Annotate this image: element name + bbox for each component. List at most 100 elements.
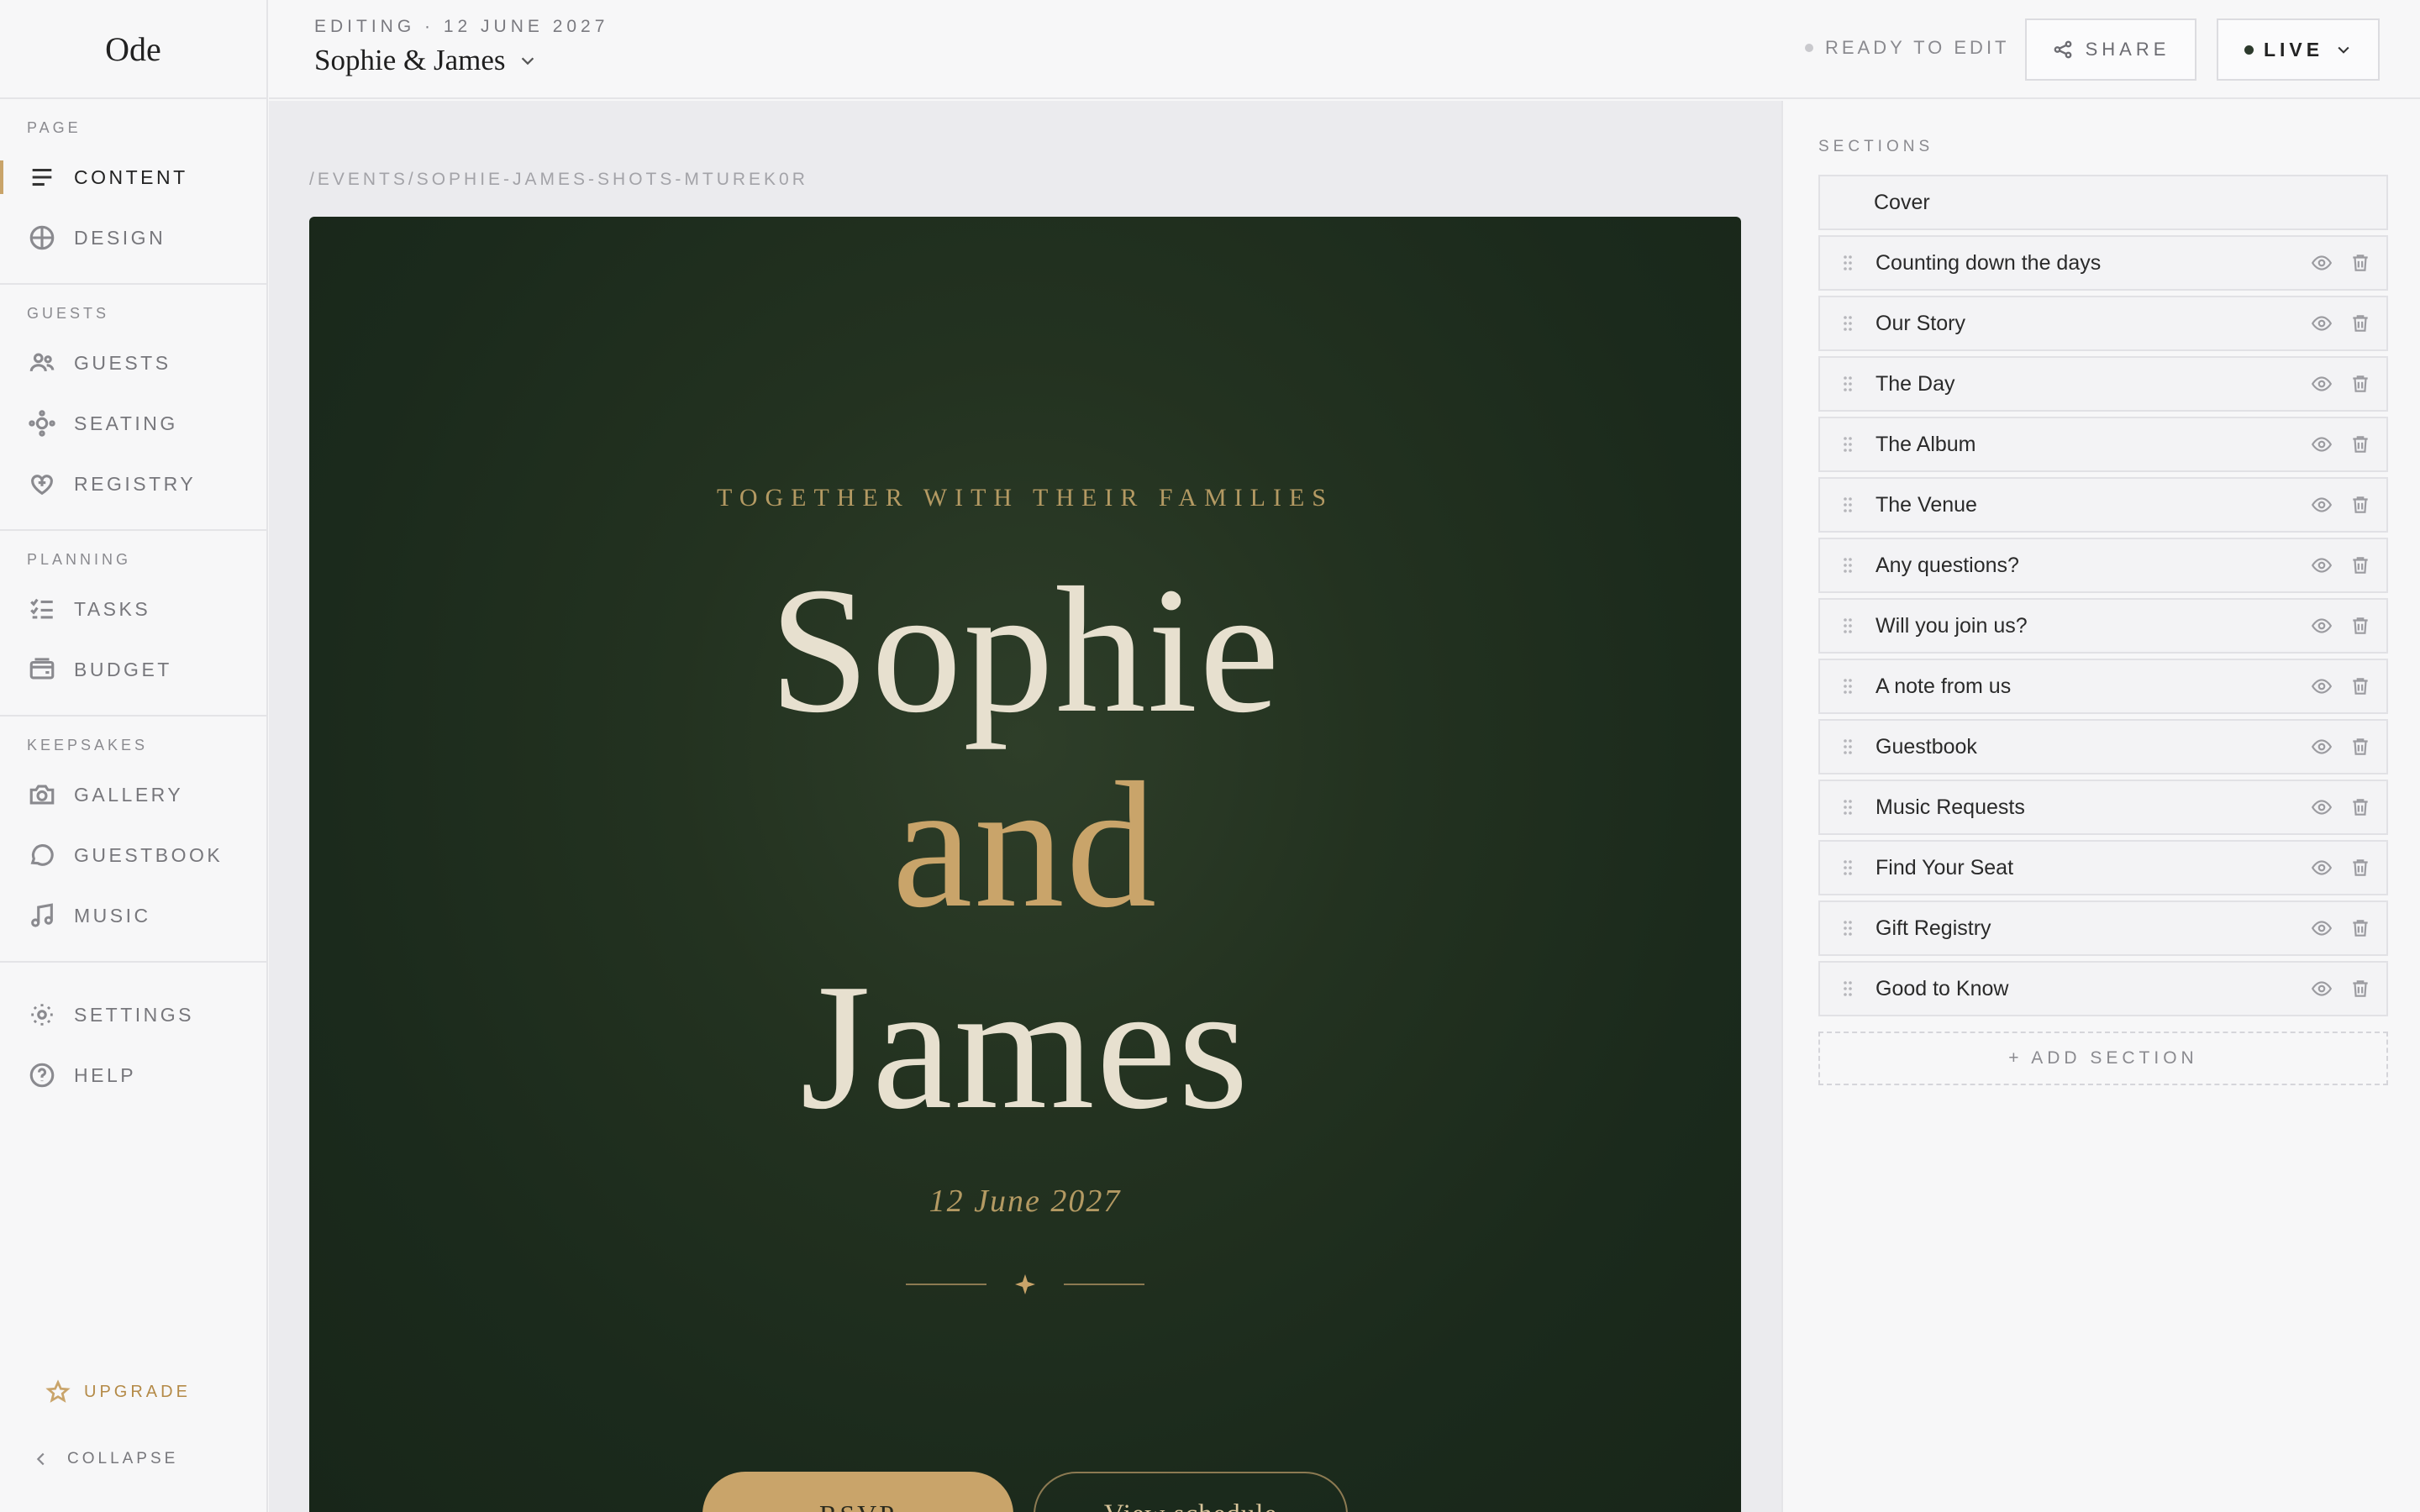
trash-icon[interactable]	[2349, 917, 2371, 939]
drag-handle-icon[interactable]	[1820, 617, 1876, 635]
drag-handle-icon[interactable]	[1820, 496, 1876, 514]
sections-label: SECTIONS	[1818, 138, 1934, 155]
section-actions	[2294, 660, 2371, 712]
music-note-icon	[27, 900, 57, 931]
hero-name-2: James	[800, 946, 1250, 1147]
section-item[interactable]: The Album	[1818, 417, 2388, 472]
drag-handle-icon[interactable]	[1820, 677, 1876, 696]
section-item[interactable]: Good to Know	[1818, 961, 2388, 1016]
sidebar-item-music[interactable]: MUSIC	[0, 885, 266, 946]
trash-icon[interactable]	[2349, 675, 2371, 697]
section-item[interactable]: A note from us	[1818, 659, 2388, 714]
section-item[interactable]: Any questions?	[1818, 538, 2388, 593]
eye-icon[interactable]	[2311, 615, 2333, 637]
live-dropdown-button[interactable]: LIVE	[2217, 18, 2380, 81]
section-item[interactable]: Find Your Seat	[1818, 840, 2388, 895]
sidebar-item-tasks[interactable]: TASKS	[0, 579, 266, 639]
drag-handle-icon[interactable]	[1820, 979, 1876, 998]
eye-icon[interactable]	[2311, 736, 2333, 758]
eye-icon[interactable]	[2311, 978, 2333, 1000]
trash-icon[interactable]	[2349, 433, 2371, 455]
sections-list: Cover Counting down the days Our Story The…	[1818, 175, 2388, 1021]
drag-handle-icon[interactable]	[1820, 314, 1876, 333]
trash-icon[interactable]	[2349, 373, 2371, 395]
drag-handle-icon[interactable]	[1820, 556, 1876, 575]
sidebar-item-design[interactable]: DESIGN	[0, 207, 266, 268]
wallet-icon	[27, 654, 57, 685]
eye-icon[interactable]	[2311, 373, 2333, 395]
drag-handle-icon[interactable]	[1820, 254, 1876, 272]
upgrade-button[interactable]: UPGRADE	[45, 1379, 191, 1404]
sidebar-item-label: CONTENT	[74, 165, 188, 188]
sidebar-item-settings[interactable]: SETTINGS	[0, 984, 266, 1045]
eye-icon[interactable]	[2311, 857, 2333, 879]
nav-group-guests: GUESTS GUESTS SEATING REGISTRY	[0, 285, 266, 531]
camera-icon	[27, 780, 57, 810]
section-item[interactable]: Music Requests	[1818, 780, 2388, 835]
star-icon	[45, 1379, 71, 1403]
section-actions	[2294, 237, 2371, 289]
drag-handle-icon[interactable]	[1820, 798, 1876, 816]
share-label: SHARE	[2085, 39, 2170, 60]
sidebar-item-budget[interactable]: BUDGET	[0, 639, 266, 700]
drag-handle-icon[interactable]	[1820, 858, 1876, 877]
section-item-cover[interactable]: Cover	[1818, 175, 2388, 230]
trash-icon[interactable]	[2349, 736, 2371, 758]
sidebar-item-gallery[interactable]: GALLERY	[0, 764, 266, 825]
section-actions	[2294, 963, 2371, 1015]
eye-icon[interactable]	[2311, 312, 2333, 334]
nav-group-planning: PLANNING TASKS BUDGET	[0, 531, 266, 717]
drag-handle-icon[interactable]	[1820, 738, 1876, 756]
section-item[interactable]: Guestbook	[1818, 719, 2388, 774]
eye-icon[interactable]	[2311, 675, 2333, 697]
trash-icon[interactable]	[2349, 978, 2371, 1000]
trash-icon[interactable]	[2349, 796, 2371, 818]
section-item[interactable]: Counting down the days	[1818, 235, 2388, 291]
sidebar-item-label: BUDGET	[74, 658, 172, 680]
group-label-guests: GUESTS	[27, 305, 110, 322]
section-item[interactable]: Gift Registry	[1818, 900, 2388, 956]
sidebar-item-guestbook[interactable]: GUESTBOOK	[0, 825, 266, 885]
rsvp-button[interactable]: RSVP	[702, 1472, 1013, 1512]
sidebar-item-label: GALLERY	[74, 783, 184, 806]
eye-icon[interactable]	[2311, 494, 2333, 516]
share-button[interactable]: SHARE	[2025, 18, 2196, 81]
eye-icon[interactable]	[2311, 917, 2333, 939]
trash-icon[interactable]	[2349, 615, 2371, 637]
eye-icon[interactable]	[2311, 796, 2333, 818]
app-logo[interactable]: Ode	[0, 0, 266, 99]
eye-icon[interactable]	[2311, 433, 2333, 455]
cover-preview[interactable]: TOGETHER WITH THEIR FAMILIES Sophie and …	[309, 217, 1741, 1512]
section-item[interactable]: The Day	[1818, 356, 2388, 412]
trash-icon[interactable]	[2349, 252, 2371, 274]
event-selector[interactable]: Sophie & James	[314, 44, 537, 77]
top-bar: EDITING · 12 JUNE 2027 Sophie & James RE…	[269, 0, 2420, 99]
trash-icon[interactable]	[2349, 494, 2371, 516]
sidebar-item-seating[interactable]: SEATING	[0, 393, 266, 454]
drag-handle-icon[interactable]	[1820, 919, 1876, 937]
sidebar-item-content[interactable]: CONTENT	[0, 147, 266, 207]
collapse-sidebar-button[interactable]: COLLAPSE	[32, 1450, 178, 1468]
sidebar-item-guests[interactable]: GUESTS	[0, 333, 266, 393]
hero-name-1: Sophie	[769, 549, 1281, 750]
section-item[interactable]: The Venue	[1818, 477, 2388, 533]
section-label: Counting down the days	[1876, 250, 2102, 275]
section-item[interactable]: Our Story	[1818, 296, 2388, 351]
drag-handle-icon[interactable]	[1820, 435, 1876, 454]
add-section-button[interactable]: + ADD SECTION	[1818, 1032, 2388, 1085]
trash-icon[interactable]	[2349, 554, 2371, 576]
chevron-down-icon	[522, 57, 534, 66]
section-actions	[2294, 297, 2371, 349]
view-schedule-button[interactable]: View schedule	[1034, 1472, 1348, 1512]
section-actions	[2294, 539, 2371, 591]
eye-icon[interactable]	[2311, 252, 2333, 274]
eye-icon[interactable]	[2311, 554, 2333, 576]
sidebar-item-help[interactable]: HELP	[0, 1045, 266, 1105]
group-label-keepsakes: KEEPSAKES	[27, 737, 149, 753]
trash-icon[interactable]	[2349, 857, 2371, 879]
drag-handle-icon[interactable]	[1820, 375, 1876, 393]
sidebar-item-registry[interactable]: REGISTRY	[0, 454, 266, 514]
section-item[interactable]: Will you join us?	[1818, 598, 2388, 654]
sidebar-item-label: HELP	[74, 1063, 137, 1086]
trash-icon[interactable]	[2349, 312, 2371, 334]
